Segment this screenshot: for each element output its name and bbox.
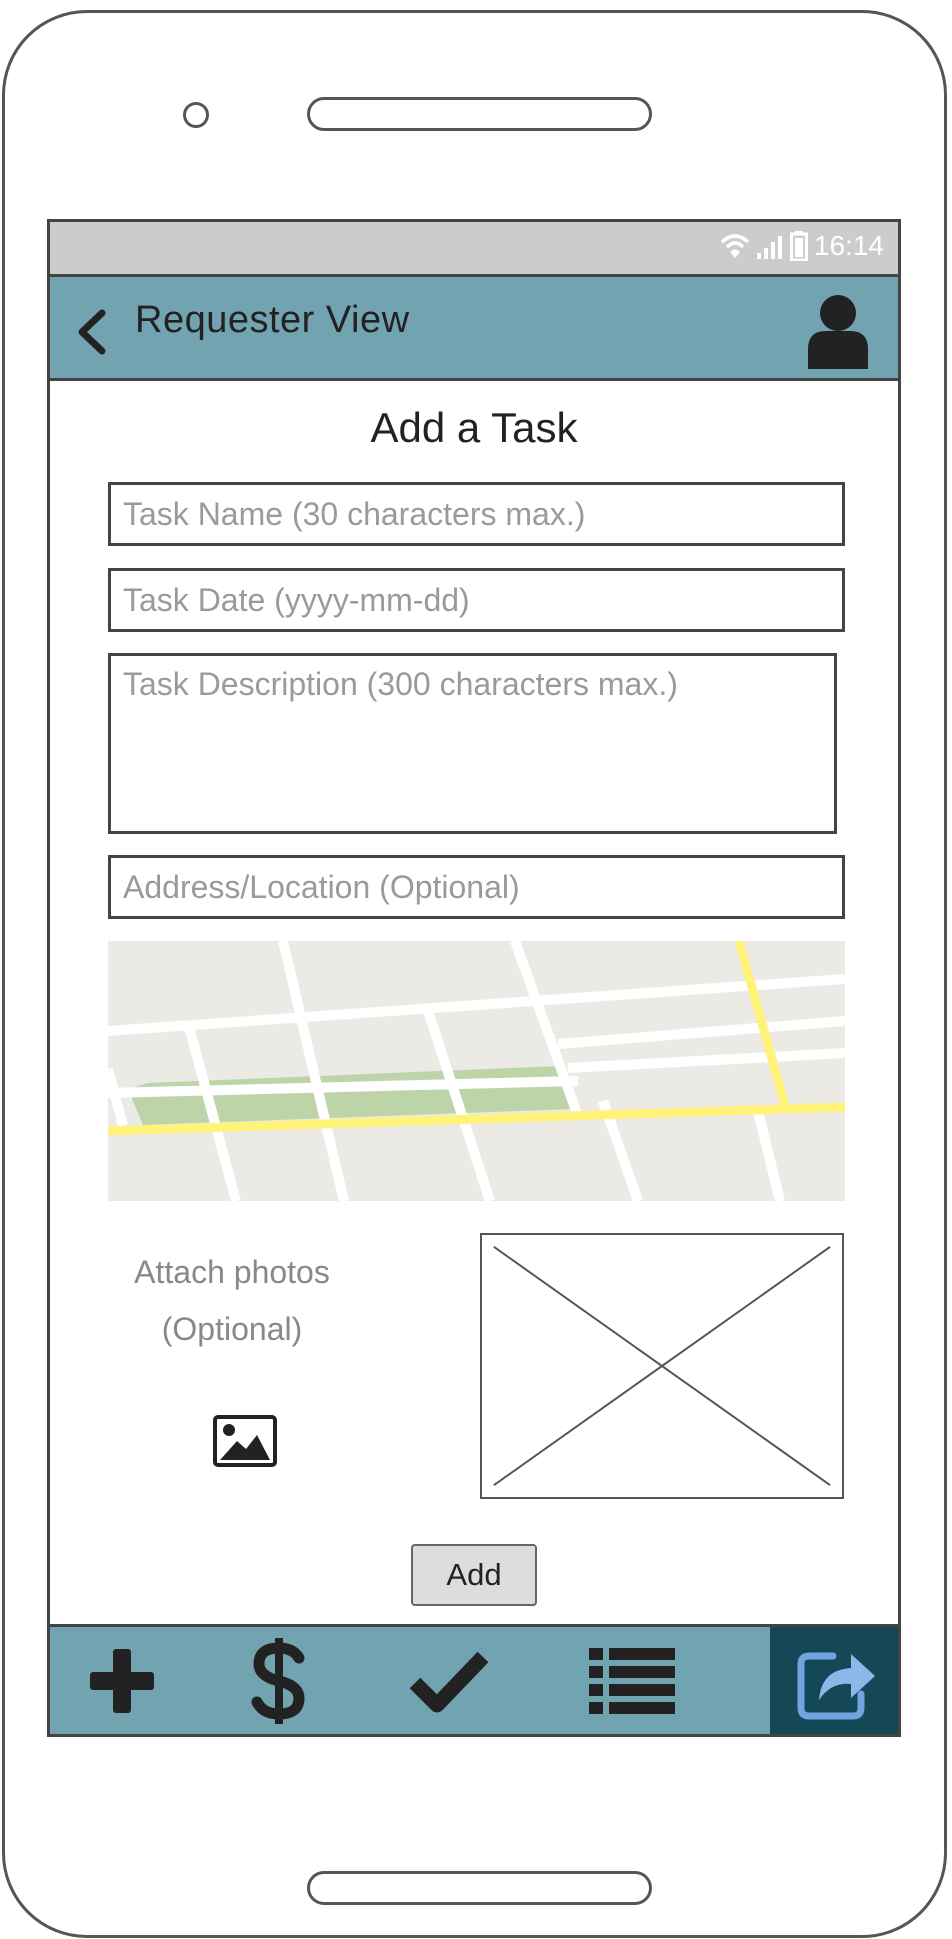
location-map[interactable] [108,941,845,1201]
back-chevron-icon[interactable] [72,307,112,357]
status-bar: 16:14 [50,222,898,277]
bottom-navigation [50,1624,898,1734]
checkmark-icon [409,1651,489,1712]
task-description-textarea[interactable] [108,653,837,834]
page-title: Add a Task [370,404,578,451]
dollar-icon [251,1637,305,1724]
add-task-button[interactable]: Add [411,1544,537,1606]
app-title: Requester View [135,299,410,341]
nav-add-task[interactable] [50,1627,194,1734]
attach-photos-line2: (Optional) [161,1311,303,1347]
nav-payments[interactable] [194,1627,364,1734]
status-time: 16:14 [813,230,884,261]
wifi-icon [720,234,750,258]
signal-icon [756,236,782,259]
plus-icon [90,1648,154,1713]
nav-share[interactable] [770,1627,898,1734]
app-bar: Requester View [50,277,898,381]
user-profile-icon[interactable] [806,293,870,369]
app-screen: 16:14 Requester View Add a Task Task Nam… [47,219,901,1737]
battery-icon [789,231,808,261]
share-icon [797,1652,875,1719]
address-input[interactable] [108,855,845,919]
list-icon [588,1647,675,1714]
image-upload-icon[interactable] [213,1415,277,1467]
front-camera [183,102,209,128]
photo-preview-placeholder [480,1233,844,1499]
nav-task-list[interactable] [534,1627,729,1734]
attach-photos-label: Attach photos (Optional) [102,1244,362,1358]
nav-completed[interactable] [364,1627,534,1734]
task-date-input[interactable] [108,568,845,632]
speaker-grille [307,97,652,131]
home-button[interactable] [307,1871,652,1905]
attach-photos-line1: Attach photos [134,1254,330,1290]
status-icons: 16:14 [720,230,884,262]
task-name-input[interactable] [108,482,845,546]
